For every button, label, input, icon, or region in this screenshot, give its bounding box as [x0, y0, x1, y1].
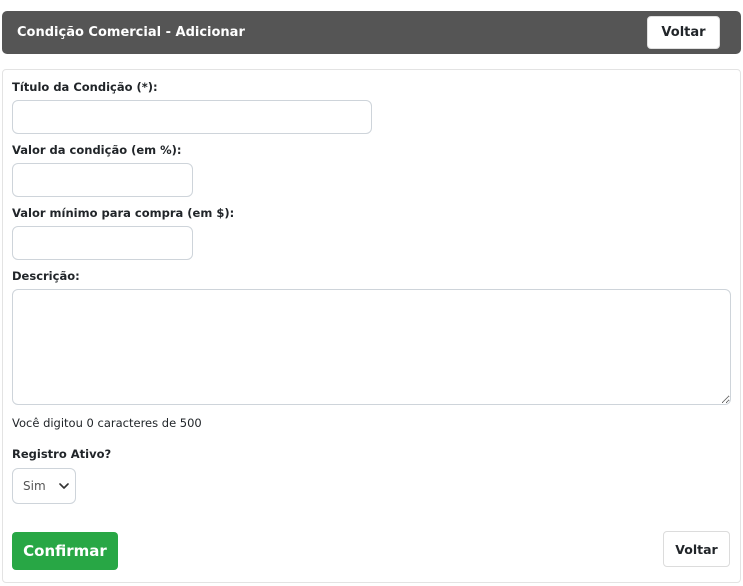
confirm-button[interactable]: Confirmar — [12, 532, 118, 570]
description-textarea[interactable] — [12, 289, 731, 405]
description-field-label: Descrição: — [12, 269, 80, 283]
active-select[interactable]: Sim — [12, 468, 76, 504]
title-field-label: Título da Condição (*): — [12, 80, 158, 94]
active-field-label: Registro Ativo? — [12, 447, 112, 461]
char-counter: Você digitou 0 caracteres de 500 — [12, 416, 202, 430]
active-select-value: Sim — [23, 479, 46, 493]
chevron-down-icon — [59, 483, 69, 489]
footer-back-button[interactable]: Voltar — [663, 531, 730, 567]
title-input[interactable] — [12, 100, 372, 134]
min-purchase-field-label: Valor mínimo para compra (em $): — [12, 206, 235, 220]
page-header: Condição Comercial - Adicionar Voltar — [2, 11, 741, 54]
min-purchase-input[interactable] — [12, 226, 193, 260]
value-percent-input[interactable] — [12, 163, 193, 197]
page-title: Condição Comercial - Adicionar — [17, 25, 245, 40]
value-field-label: Valor da condição (em %): — [12, 143, 182, 157]
header-back-button[interactable]: Voltar — [647, 16, 720, 49]
